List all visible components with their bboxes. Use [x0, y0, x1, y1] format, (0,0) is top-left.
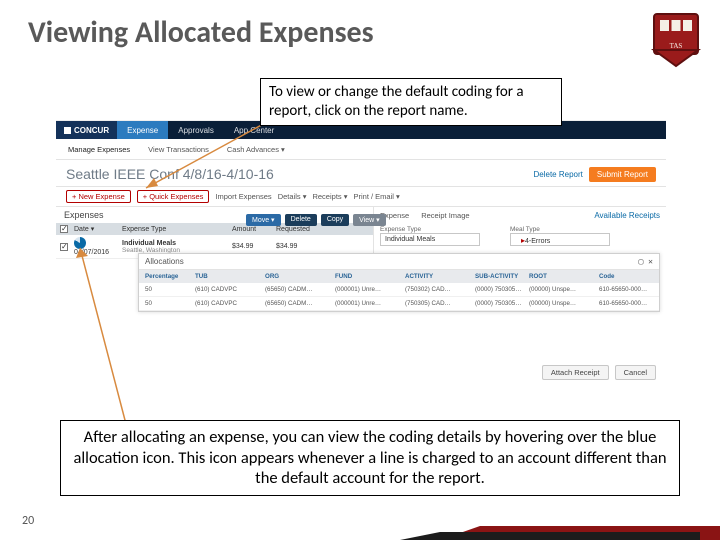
delete-button[interactable]: Delete [285, 214, 317, 226]
label-expense-type: Expense Type [380, 226, 480, 233]
col-subactivity: SUB-ACTIVITY [475, 273, 529, 280]
cell: (750302) CAD… [405, 286, 475, 293]
page-title: Viewing Allocated Expenses [28, 14, 374, 51]
cell: (00000) Unspe… [529, 286, 599, 293]
slide-decoration-icon [400, 502, 720, 540]
allocations-close-icon[interactable]: ▢ ✕ [639, 257, 653, 266]
cell: 610-65650-000… [599, 300, 663, 307]
cell: (65650) CADM… [265, 300, 335, 307]
report-name-link[interactable]: Seattle IEEE Conf 4/8/16-4/10-16 [66, 166, 274, 182]
copy-button[interactable]: Copy [321, 214, 349, 226]
details-menu[interactable]: Details ▾ [278, 192, 307, 201]
col-fund: FUND [335, 273, 405, 280]
col-activity: ACTIVITY [405, 273, 475, 280]
page-number: 20 [22, 514, 34, 528]
label-meal-type: Meal Type [510, 226, 610, 233]
cell: (000001) Unre… [335, 286, 405, 293]
cell: 610-65650-000… [599, 286, 663, 293]
attach-receipt-button[interactable]: Attach Receipt [542, 365, 609, 380]
delete-report-link[interactable]: Delete Report [534, 170, 583, 179]
col-org: ORG [265, 273, 335, 280]
print-email-menu[interactable]: Print / Email ▾ [354, 192, 400, 201]
col-type: Expense Type [122, 226, 232, 233]
col-percentage: Percentage [145, 273, 195, 280]
allocations-row: 50 (610) CADVPC (65650) CADM… (000001) U… [139, 283, 659, 297]
report-header: Seattle IEEE Conf 4/8/16-4/10-16 Delete … [56, 160, 666, 186]
university-crest-icon: TAS [650, 10, 702, 70]
col-code: Code [599, 273, 663, 280]
cell: (00000) Unspe… [529, 300, 599, 307]
allocations-title: Allocations [145, 257, 184, 266]
footer-actions: Attach Receipt Cancel [532, 361, 666, 384]
tab-receipt-image[interactable]: Receipt Image [421, 211, 469, 220]
svg-text:TAS: TAS [670, 42, 683, 50]
import-expenses[interactable]: Import Expenses [215, 192, 271, 201]
field-meal-type[interactable]: ▸4-Errors [510, 233, 610, 246]
move-button[interactable]: Move ▾ [246, 214, 281, 226]
row-date: 04/07/2016 [74, 249, 109, 256]
cell: (0000) 750305… [475, 300, 529, 307]
field-expense-type[interactable]: Individual Meals [380, 233, 480, 246]
new-expense-button[interactable]: + New Expense [66, 190, 131, 203]
allocations-popup: Allocations ▢ ✕ Percentage TUB ORG FUND … [138, 253, 660, 312]
subnav-manage[interactable]: Manage Expenses [68, 145, 130, 154]
submit-report-button[interactable]: Submit Report [589, 167, 656, 182]
col-root: ROOT [529, 273, 599, 280]
quick-expenses-button[interactable]: + Quick Expenses [137, 190, 210, 203]
toolbar: + New Expense + Quick Expenses Import Ex… [56, 186, 666, 207]
cancel-button[interactable]: Cancel [615, 365, 656, 380]
col-date[interactable]: Date ▾ [74, 225, 122, 233]
subnav-cash-advances[interactable]: Cash Advances ▾ [227, 145, 285, 154]
row-type: Individual Meals [122, 240, 176, 247]
cell: 50 [145, 300, 195, 307]
subnav-view-transactions[interactable]: View Transactions [148, 145, 209, 154]
cell: (65650) CADM… [265, 286, 335, 293]
col-amount: Amount [232, 226, 276, 233]
cell: (610) CADVPC [195, 286, 265, 293]
callout-allocation-icon: After allocating an expense, you can vie… [60, 420, 680, 496]
cell: 50 [145, 286, 195, 293]
col-tub: TUB [195, 273, 265, 280]
col-requested: Requested [276, 226, 320, 233]
cell: (0000) 750305… [475, 286, 529, 293]
view-button[interactable]: View ▾ [353, 214, 386, 226]
brand-text: CONCUR [74, 126, 109, 135]
available-receipts-link[interactable]: Available Receipts [594, 211, 660, 220]
brand: CONCUR [56, 121, 117, 139]
cell: (750305) CAD… [405, 300, 475, 307]
allocation-icon[interactable] [74, 237, 86, 249]
tab-approvals[interactable]: Approvals [168, 121, 224, 139]
allocations-row: 50 (610) CADVPC (65650) CADM… (000001) U… [139, 297, 659, 311]
expense-detail-pane: Expense Receipt Image Available Receipts… [374, 207, 666, 259]
subnav: Manage Expenses View Transactions Cash A… [56, 139, 666, 160]
cell: (610) CADVPC [195, 300, 265, 307]
concur-app: CONCUR Expense Approvals App Center Mana… [56, 120, 666, 388]
row-requested: $34.99 [276, 243, 320, 250]
cell: (000001) Unre… [335, 300, 405, 307]
row-amount: $34.99 [232, 243, 276, 250]
tab-expense[interactable]: Expense [117, 121, 168, 139]
expenses-pane: Expenses Move ▾ Delete Copy View ▾ Date … [56, 207, 374, 259]
callout-report-name: To view or change the default coding for… [260, 78, 562, 126]
allocations-header: Percentage TUB ORG FUND ACTIVITY SUB-ACT… [139, 270, 659, 283]
receipts-menu[interactable]: Receipts ▾ [312, 192, 347, 201]
row-checkbox[interactable] [60, 243, 68, 251]
select-all-checkbox[interactable] [60, 225, 68, 233]
